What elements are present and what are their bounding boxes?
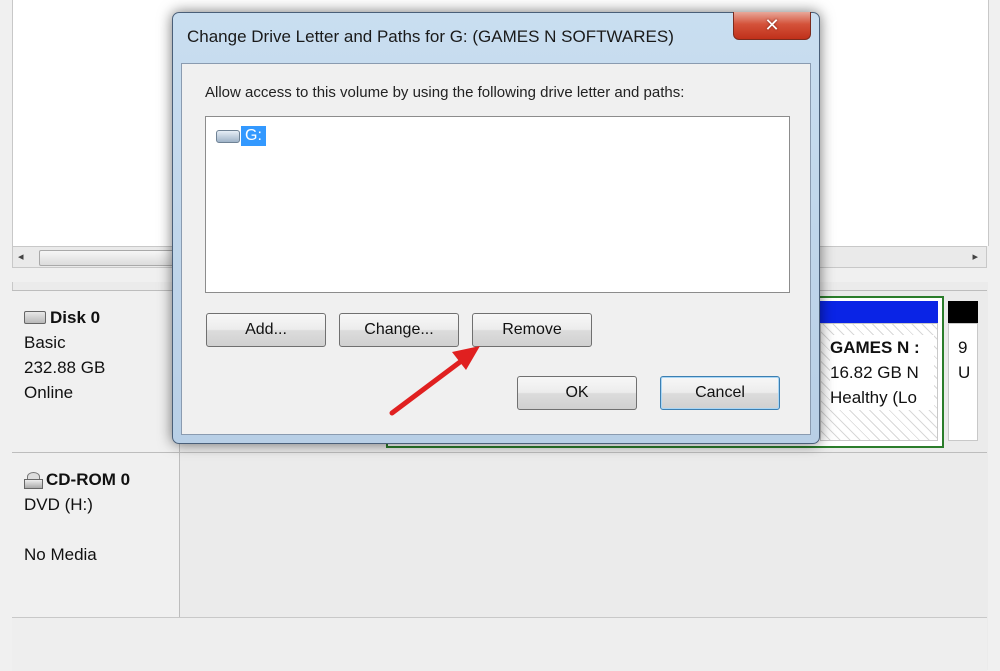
cdrom-0-label[interactable]: CD-ROM 0 DVD (H:) No Media xyxy=(12,452,180,617)
change-button[interactable]: Change... xyxy=(339,313,459,347)
cdrom-drive-icon xyxy=(24,471,43,489)
partition-g-name: GAMES N : xyxy=(830,335,934,360)
drive-icon xyxy=(216,129,240,143)
partition-unallocated-header xyxy=(948,301,978,323)
cdrom-0-name: CD-ROM 0 xyxy=(46,470,131,489)
disk-0-size: 232.88 GB xyxy=(24,358,106,377)
scroll-right-arrow-icon[interactable]: ▸ xyxy=(972,250,978,263)
partition-g-header xyxy=(820,301,938,323)
partition-g-status: Healthy (Lo xyxy=(830,385,934,410)
partition-g-info: GAMES N : 16.82 GB N Healthy (Lo xyxy=(830,335,934,410)
partition-g-size: 16.82 GB N xyxy=(830,360,934,385)
add-button[interactable]: Add... xyxy=(206,313,326,347)
close-icon: ✕ xyxy=(764,15,780,36)
drive-paths-list[interactable]: G: xyxy=(205,116,790,293)
cdrom-0-type: DVD (H:) xyxy=(24,495,93,514)
ok-button[interactable]: OK xyxy=(517,376,637,410)
partition-unallocated-status: U xyxy=(958,363,971,382)
disk-0-label[interactable]: Disk 0 Basic 232.88 GB Online xyxy=(12,290,180,452)
cdrom-0-row[interactable]: CD-ROM 0 DVD (H:) No Media xyxy=(12,452,987,618)
instruction-text: Allow access to this volume by using the… xyxy=(205,84,685,101)
close-button[interactable]: ✕ xyxy=(733,12,811,40)
hard-disk-icon xyxy=(24,311,46,324)
cdrom-0-area xyxy=(180,452,987,618)
path-list-item-label: G: xyxy=(241,126,266,146)
partition-unallocated-info: 9 U xyxy=(958,335,976,385)
disk-0-status: Online xyxy=(24,383,74,402)
disk-0-type: Basic xyxy=(24,333,66,352)
cancel-button[interactable]: Cancel xyxy=(660,376,780,410)
partition-unallocated-size: 9 xyxy=(958,338,968,357)
status-strip xyxy=(12,617,987,671)
scroll-left-arrow-icon[interactable]: ◂ xyxy=(18,250,24,263)
path-list-item[interactable]: G: xyxy=(216,125,266,147)
remove-button[interactable]: Remove xyxy=(472,313,592,347)
cdrom-0-media: No Media xyxy=(24,545,97,564)
dialog-title: Change Drive Letter and Paths for G: (GA… xyxy=(187,27,674,46)
disk-0-name: Disk 0 xyxy=(50,308,101,327)
